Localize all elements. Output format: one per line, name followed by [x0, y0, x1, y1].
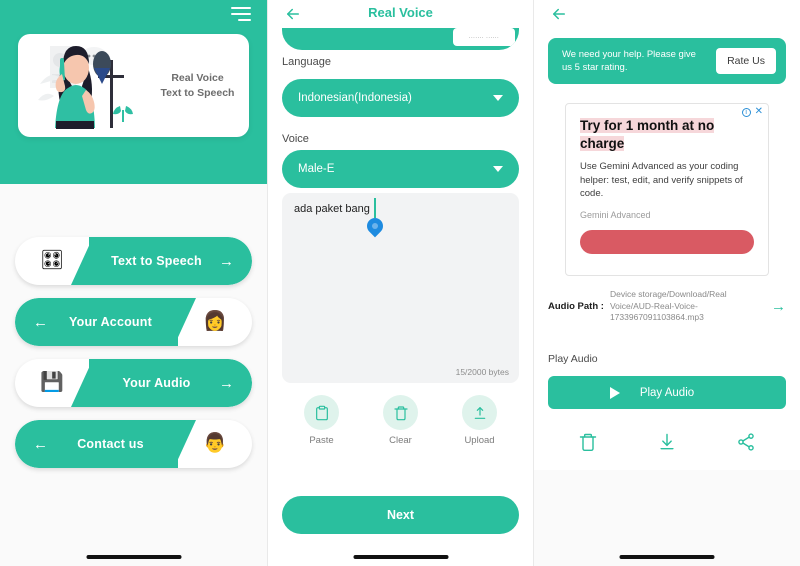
hamburger-bar	[231, 7, 251, 9]
sidebar-item-text-to-speech[interactable]: 🎛 Text to Speech →	[15, 237, 252, 285]
clear-button[interactable]: Clear	[371, 395, 431, 446]
menu-item-label: Text to Speech	[111, 254, 202, 268]
phone-screen-result: We need your help. Please give us 5 star…	[534, 0, 800, 566]
chevron-down-icon	[493, 166, 503, 172]
your-account-avatar-icon: 👩	[203, 311, 227, 332]
audio-path-value: Device storage/Download/Real Voice/AUD-R…	[609, 289, 727, 322]
advertisement-card[interactable]: i ✕ Try for 1 month at no charge Use Gem…	[565, 103, 769, 276]
ad-brand-name: Gemini Advanced	[580, 209, 651, 220]
hamburger-bar	[231, 13, 251, 15]
ad-controls: i ✕	[741, 107, 763, 117]
audio-path-row: Audio Path : Device storage/Download/Rea…	[548, 289, 786, 324]
hero-card: Real Voice Text to Speech	[18, 34, 249, 137]
text-cursor	[374, 198, 376, 218]
delete-icon[interactable]	[578, 432, 598, 457]
clipboard-icon	[304, 395, 339, 430]
menu-item-label: Contact us	[77, 437, 144, 451]
text-to-speech-avatar-icon: 🎛	[39, 250, 65, 271]
close-icon[interactable]: ✕	[755, 107, 763, 117]
sidebar-item-your-account[interactable]: 👩 Your Account ←	[15, 298, 252, 346]
arrow-right-icon: →	[219, 252, 234, 270]
rate-us-banner: We need your help. Please give us 5 star…	[548, 38, 786, 84]
ad-body-text: Use Gemini Advanced as your coding helpe…	[580, 161, 743, 199]
menu-item-label: Your Account	[69, 315, 152, 329]
hero-illustration-icon	[32, 38, 156, 133]
page-title: Real Voice	[368, 5, 433, 20]
voice-select[interactable]: Male-E	[282, 150, 519, 188]
sidebar-item-contact-us[interactable]: 👨 Contact us ←	[15, 420, 252, 468]
play-audio-button[interactable]: Play Audio	[548, 376, 786, 409]
paste-label: Paste	[309, 435, 334, 446]
hero-title: Real Voice Text to Speech	[156, 71, 249, 101]
hero-title-line1: Real Voice	[171, 71, 224, 84]
upload-button[interactable]: Upload	[450, 395, 510, 446]
ad-headline-text: Try for 1 month at no charge	[580, 118, 715, 151]
audio-path-label: Audio Path :	[548, 300, 604, 312]
text-selection-handle[interactable]	[363, 214, 387, 238]
share-icon[interactable]	[736, 432, 756, 457]
info-icon[interactable]: i	[741, 107, 751, 117]
clear-label: Clear	[389, 435, 412, 446]
arrow-right-icon: →	[219, 374, 234, 392]
phone-screen-home: Real Voice Text to Speech 🎛 Text to Spee…	[0, 0, 267, 566]
play-audio-button-label: Play Audio	[639, 386, 695, 399]
hamburger-icon[interactable]	[231, 7, 251, 21]
upload-label: Upload	[464, 435, 495, 446]
arrow-left-icon: ←	[33, 313, 48, 331]
home-indicator	[86, 555, 181, 559]
sidebar-item-your-audio[interactable]: 💾 Your Audio →	[15, 359, 252, 407]
ad-cta-button[interactable]	[580, 229, 754, 254]
home-indicator	[353, 555, 448, 559]
result-bottom-area	[534, 470, 800, 566]
upload-icon	[462, 395, 497, 430]
language-label: Language	[282, 56, 331, 68]
chevron-down-icon	[493, 95, 503, 101]
voice-label: Voice	[282, 133, 309, 145]
hero-title-line2: Text to Speech	[160, 86, 235, 99]
paste-button[interactable]: Paste	[292, 395, 352, 446]
play-icon	[610, 386, 620, 399]
back-arrow-icon[interactable]	[284, 5, 302, 23]
download-icon[interactable]	[657, 432, 677, 457]
editor-action-row: Paste Clear Upload	[282, 395, 519, 446]
three-phone-screenshots: Real Voice Text to Speech 🎛 Text to Spee…	[0, 0, 800, 566]
audio-path-arrow-icon[interactable]: →	[771, 299, 786, 314]
editor-header: Real Voice	[268, 0, 533, 28]
rate-us-message: We need your help. Please give us 5 star…	[562, 49, 696, 73]
ad-headline: Try for 1 month at no charge	[580, 117, 754, 153]
contact-us-avatar-icon: 👨	[203, 433, 227, 454]
trash-icon	[383, 395, 418, 430]
home-menu-area: 🎛 Text to Speech → 👩 Your Account ← 💾 Yo…	[0, 184, 267, 566]
back-arrow-icon[interactable]	[550, 5, 568, 23]
next-button[interactable]: Next	[282, 496, 519, 534]
arrow-left-icon: ←	[33, 435, 48, 453]
text-input-value: ada paket bang	[294, 203, 370, 215]
home-indicator	[619, 555, 715, 559]
menu-item-label: Your Audio	[122, 376, 191, 390]
result-header	[534, 0, 800, 28]
main-menu-list: 🎛 Text to Speech → 👩 Your Account ← 💾 Yo…	[0, 237, 267, 481]
text-input-area[interactable]: ada paket bang 15/2000 bytes	[282, 193, 519, 383]
rate-us-button[interactable]: Rate Us	[716, 48, 776, 74]
partially-visible-top-button[interactable]: ....... ......	[282, 28, 519, 50]
your-audio-save-icon: 💾	[40, 372, 64, 393]
phone-screen-editor: Real Voice ....... ...... Language Indon…	[267, 0, 534, 566]
top-button-badge: ....... ......	[453, 28, 515, 46]
hamburger-bar	[238, 19, 251, 21]
language-select[interactable]: Indonesian(Indonesia)	[282, 79, 519, 117]
voice-selected-value: Male-E	[298, 163, 335, 175]
byte-counter: 15/2000 bytes	[455, 367, 509, 377]
language-selected-value: Indonesian(Indonesia)	[298, 92, 412, 104]
result-icon-row	[548, 432, 786, 457]
play-audio-section-label: Play Audio	[548, 353, 598, 365]
home-header: Real Voice Text to Speech	[0, 0, 267, 184]
